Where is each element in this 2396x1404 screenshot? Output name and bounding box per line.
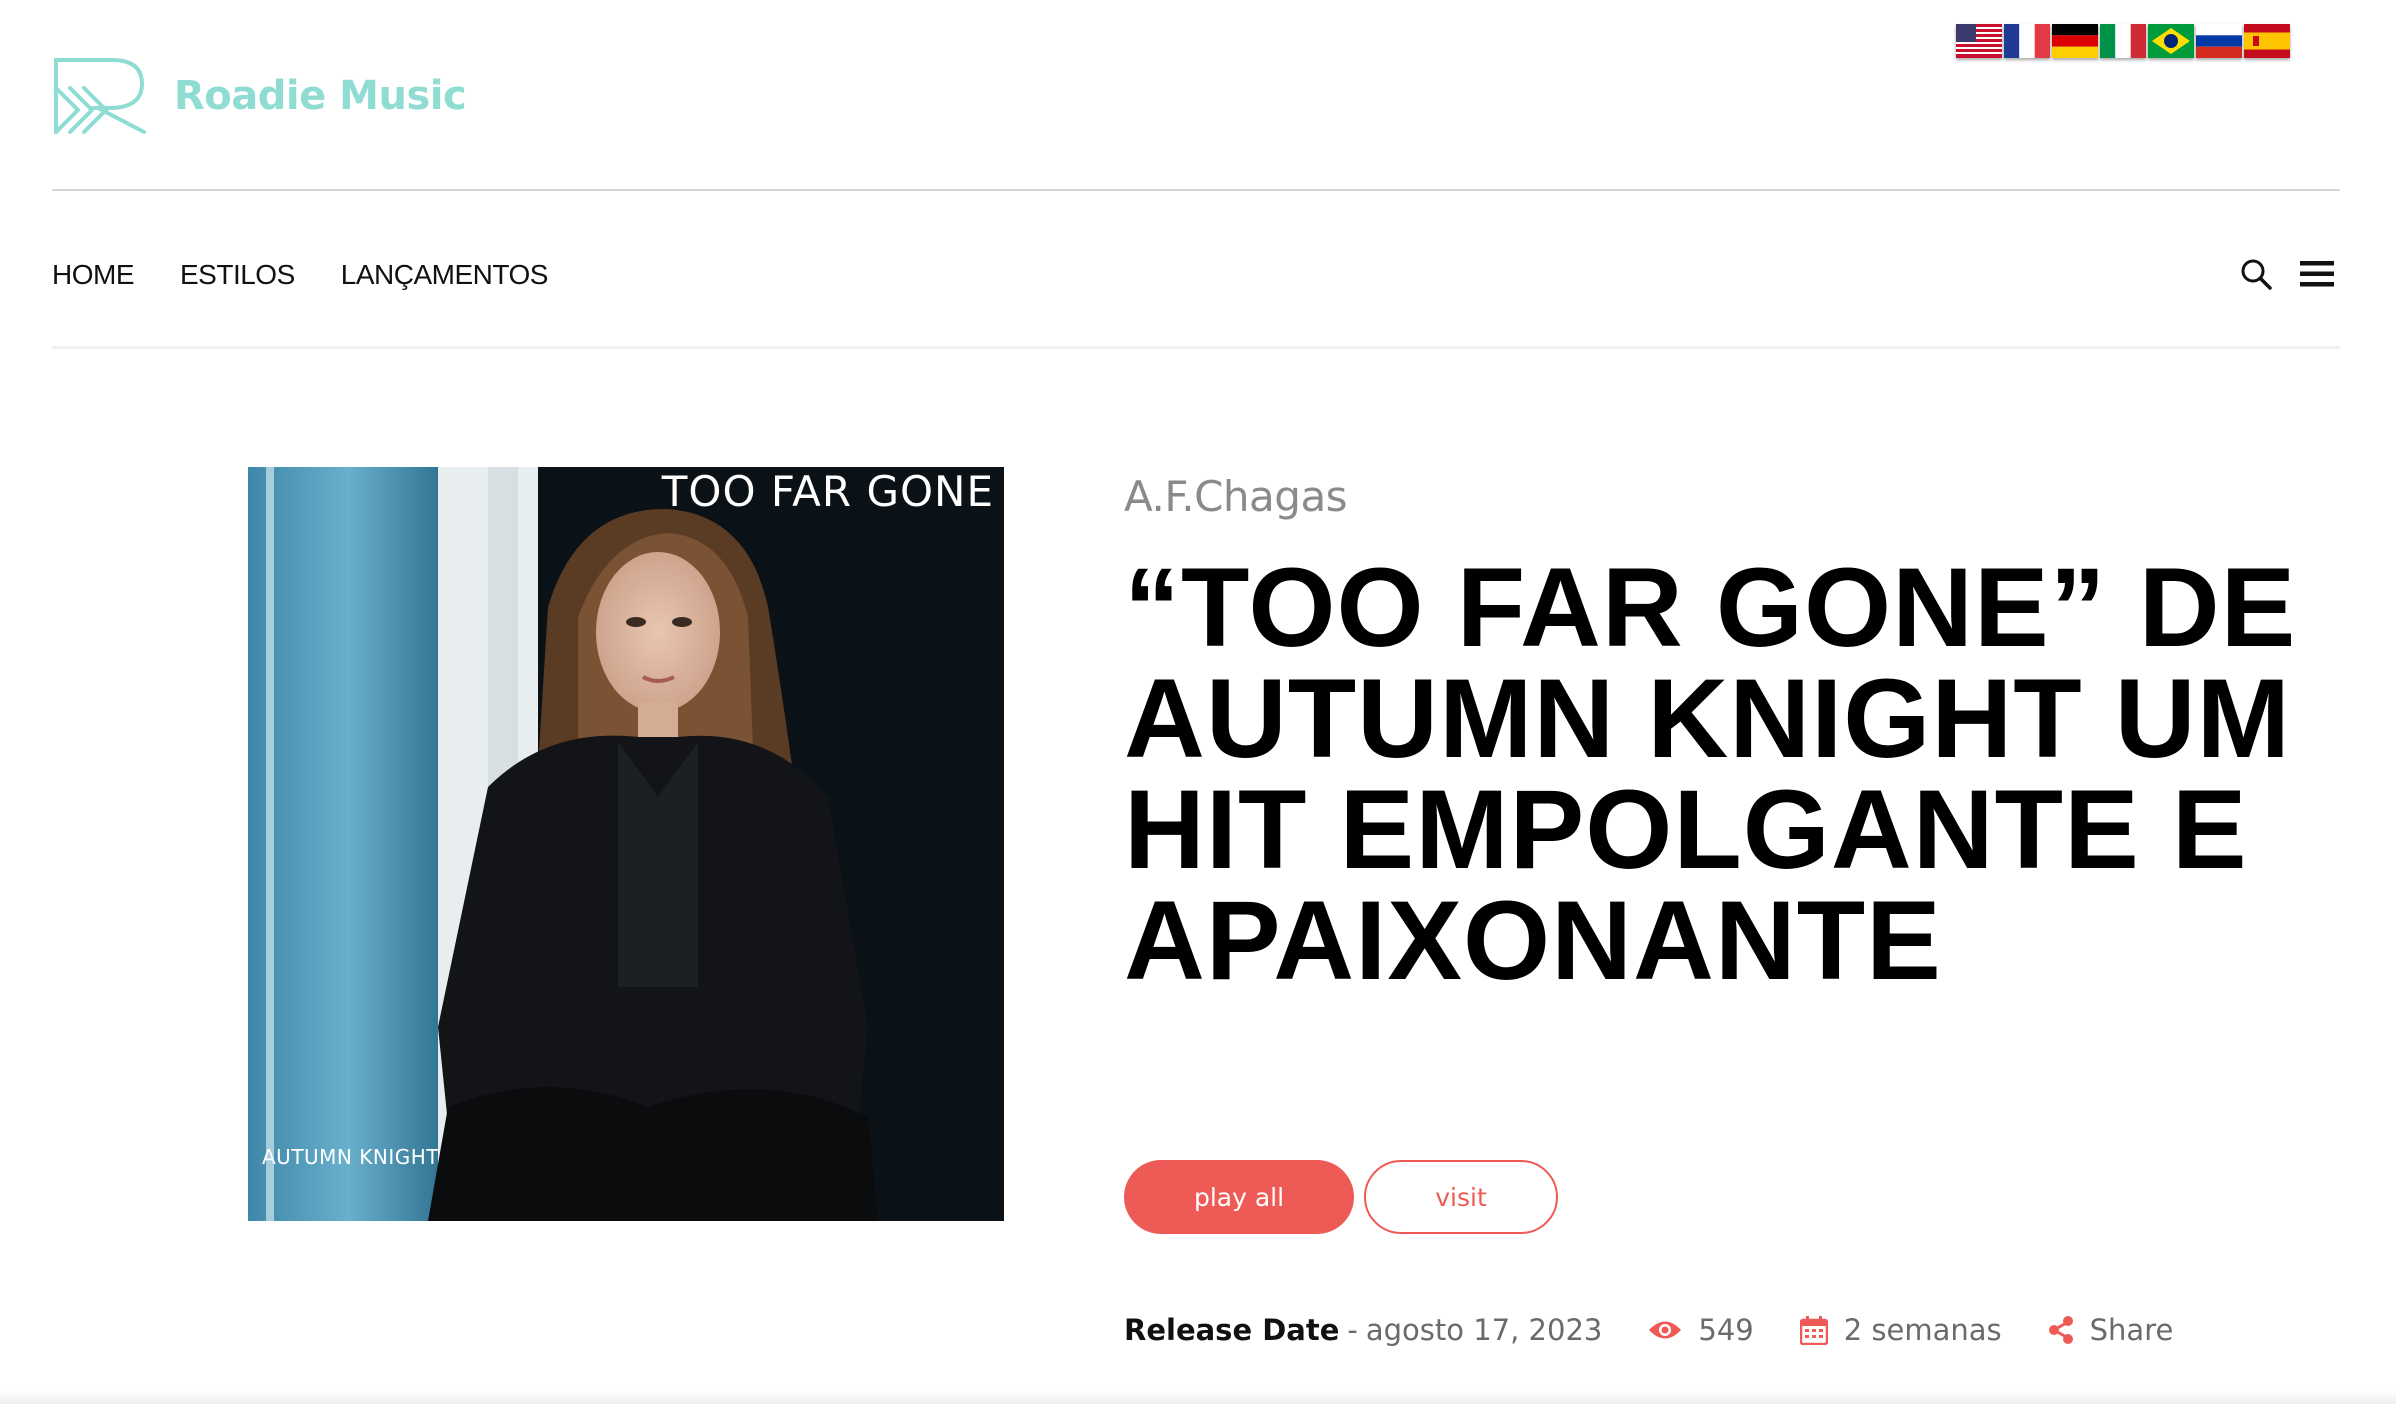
france-flag-icon[interactable] (2004, 24, 2050, 58)
nav-item-estilos[interactable]: ESTILOS (180, 259, 295, 291)
share-button[interactable]: Share (2048, 1313, 2174, 1347)
post-title: “TOO FAR GONE” DE AUTUMN KNIGHT UM HIT E… (1124, 545, 2297, 1003)
language-switcher (1956, 24, 2290, 58)
calendar-icon (1799, 1316, 1828, 1345)
views-count: 549 (1648, 1313, 1754, 1347)
share-label: Share (2089, 1313, 2174, 1347)
views-value: 549 (1698, 1313, 1754, 1347)
cover-artist: AUTUMN KNIGHT (262, 1145, 439, 1169)
brazil-flag-icon[interactable] (2148, 24, 2194, 58)
nav-item-lancamentos[interactable]: LANÇAMENTOS (341, 259, 549, 291)
russia-flag-icon[interactable] (2196, 24, 2242, 58)
germany-flag-icon[interactable] (2052, 24, 2098, 58)
page-bottom-edge (0, 1390, 2396, 1404)
eye-icon (1649, 1321, 1682, 1339)
spain-flag-icon[interactable] (2244, 24, 2290, 58)
play-all-button[interactable]: play all (1124, 1160, 1354, 1234)
header-divider (52, 189, 2340, 191)
us-flag-icon[interactable] (1956, 24, 2002, 58)
nav-actions (2240, 258, 2334, 290)
brand-name: Roadie Music (174, 73, 467, 119)
album-cover: TOO FAR GONE AUTUMN KNIGHT (248, 467, 1004, 1221)
album-cover-art (248, 467, 1004, 1221)
meta-separator: - (1347, 1313, 1358, 1347)
share-icon (2048, 1316, 2073, 1344)
release-date-value: agosto 17, 2023 (1365, 1313, 1603, 1347)
nav-divider (52, 346, 2340, 349)
search-icon[interactable] (2240, 258, 2272, 290)
release-date-label: Release Date (1124, 1313, 1340, 1347)
post-meta: Release Date - agosto 17, 2023 549 2 sem… (1124, 1313, 2173, 1347)
post-age-value: 2 semanas (1843, 1313, 2002, 1347)
hamburger-menu-icon[interactable] (2300, 259, 2334, 289)
site-logo[interactable]: Roadie Music (52, 56, 467, 136)
post-age: 2 semanas (1799, 1313, 2002, 1347)
cover-title: TOO FAR GONE (661, 467, 994, 516)
main-nav: HOME ESTILOS LANÇAMENTOS (52, 259, 594, 291)
roadie-logo-icon (54, 58, 146, 134)
italy-flag-icon[interactable] (2100, 24, 2146, 58)
post-author[interactable]: A.F.Chagas (1124, 472, 1348, 521)
visit-button[interactable]: visit (1364, 1160, 1558, 1234)
nav-item-home[interactable]: HOME (52, 259, 135, 291)
